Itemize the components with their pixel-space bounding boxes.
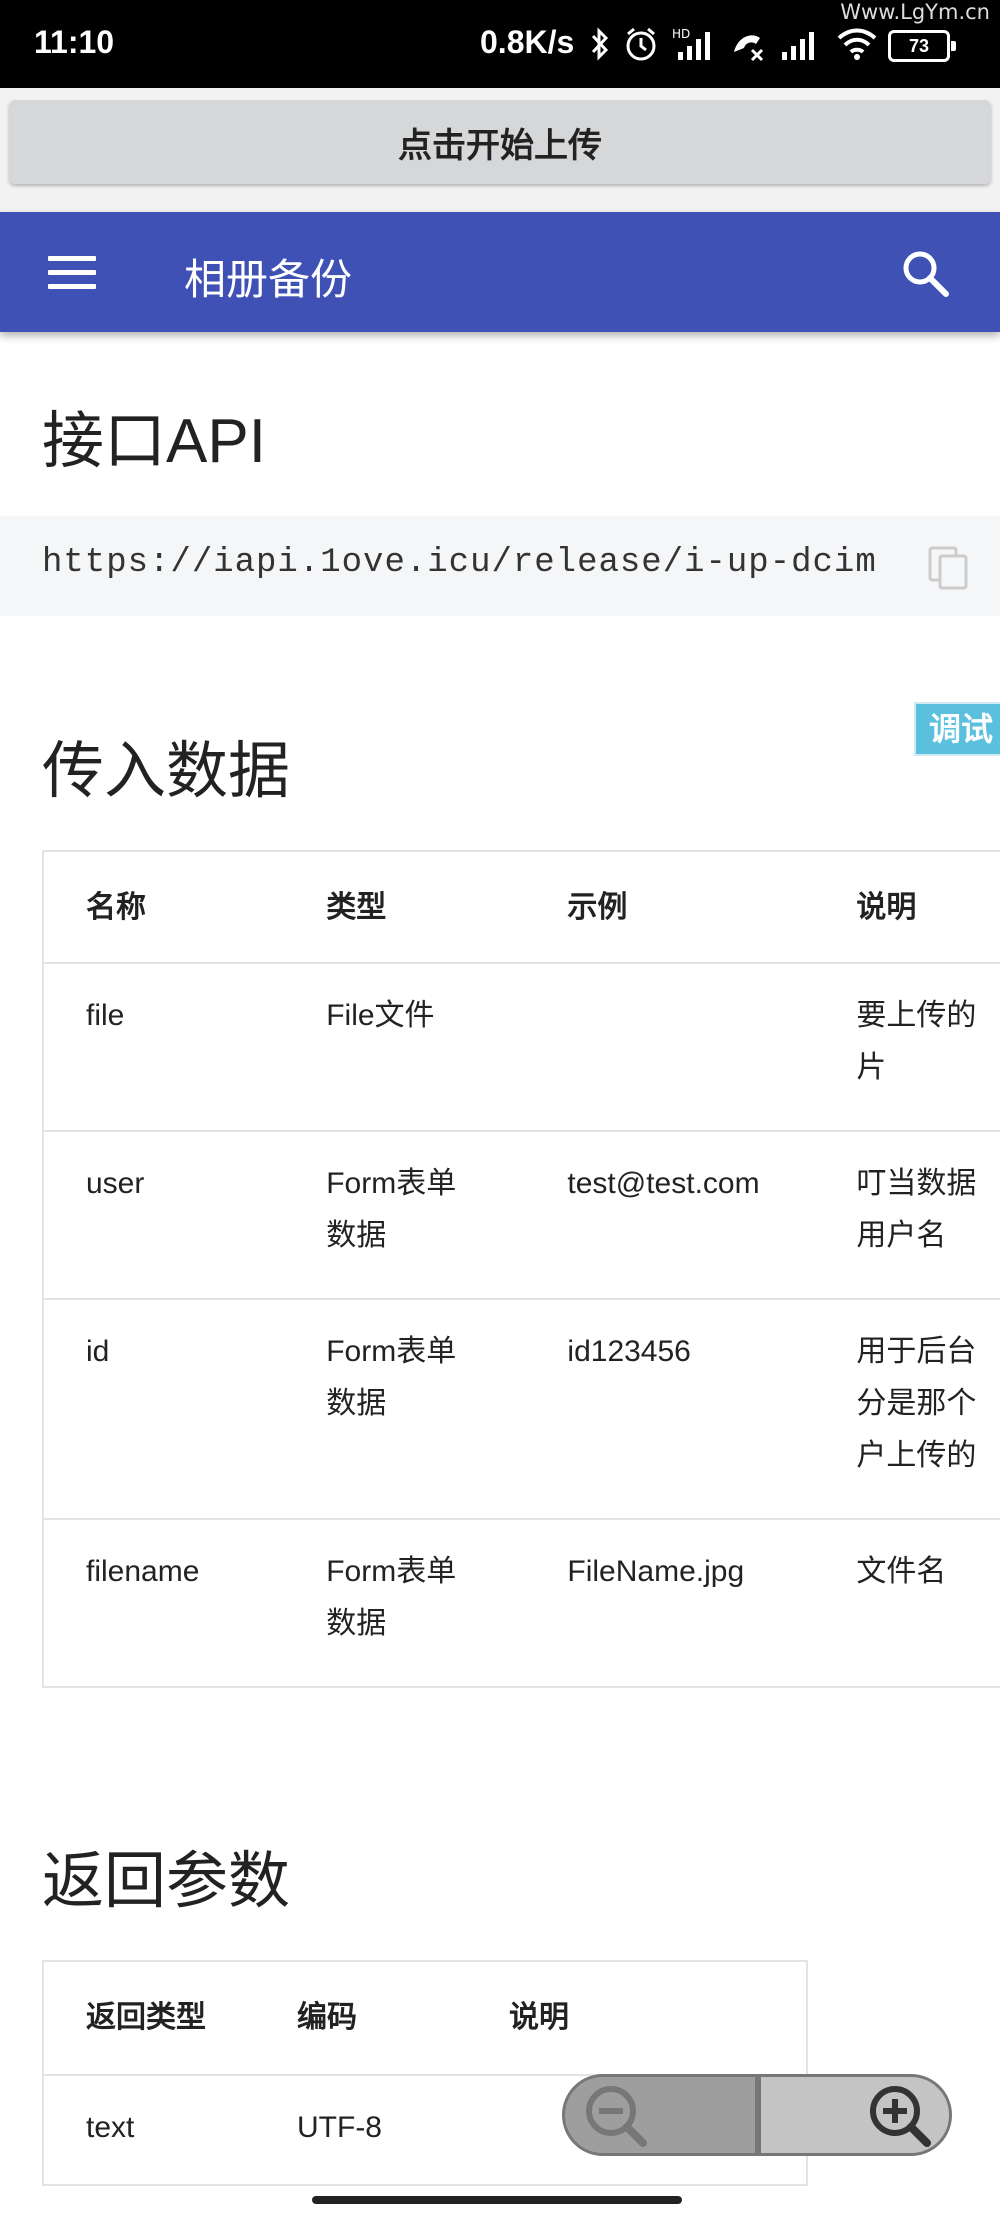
cell-name: id xyxy=(86,1335,110,1368)
cell-desc: 要上传的 片 xyxy=(856,999,977,1084)
call-blocked-icon xyxy=(734,35,764,62)
input-heading: 传入数据 xyxy=(42,737,291,806)
cell-type: Form表单 数据 xyxy=(326,1555,457,1640)
alarm-icon xyxy=(626,27,656,61)
cell-type: Form表单 数据 xyxy=(326,1167,457,1252)
cell-desc: 文件名 xyxy=(856,1555,947,1588)
cell-name: filename xyxy=(86,1555,200,1588)
bluetooth-icon xyxy=(591,27,609,61)
zoom-in-icon xyxy=(870,2086,931,2147)
menu-icon[interactable] xyxy=(48,256,96,290)
home-indicator[interactable] xyxy=(312,2196,682,2204)
cell-type: Form表单 数据 xyxy=(326,1335,457,1420)
cell-example: test@test.com xyxy=(567,1167,760,1200)
copy-icon[interactable] xyxy=(928,546,968,590)
upload-bar: 点击开始上传 xyxy=(0,88,1000,212)
cell-signal-icon xyxy=(782,32,814,60)
cell-desc: 叮当数据 用户名 xyxy=(856,1167,977,1252)
table-row: filename Form表单 数据 FileName.jpg 文件名 xyxy=(43,1519,1000,1687)
zoom-out-button[interactable] xyxy=(562,2074,758,2156)
debug-button[interactable]: 调试 xyxy=(914,702,1000,756)
col-header-type: 类型 xyxy=(326,891,387,924)
wifi-icon xyxy=(837,28,877,60)
col-header-return-type: 返回类型 xyxy=(86,2001,206,2034)
zoom-out-icon xyxy=(586,2086,647,2147)
table-header-row: 返回类型 编码 说明 xyxy=(43,1961,807,2075)
network-speed: 0.8K/s xyxy=(480,24,575,60)
battery-icon: 73 xyxy=(888,30,956,62)
table-row: file File文件 要上传的 片 xyxy=(43,963,1000,1131)
input-table: 名称 类型 示例 说明 file File文件 要上传的 片 user Form… xyxy=(42,850,1000,1688)
api-url-block: https://iapi.1ove.icu/release/i-up-dcim xyxy=(0,516,1000,616)
zoom-in-button[interactable] xyxy=(758,2074,952,2156)
status-bar: 11:10 0.8K/s HD 73 Www.LgYm.cn xyxy=(0,0,1000,88)
status-time: 11:10 xyxy=(34,24,115,60)
zoom-control xyxy=(562,2074,952,2156)
start-upload-button[interactable]: 点击开始上传 xyxy=(9,100,991,184)
cell-name: file xyxy=(86,999,125,1032)
col-header-example: 示例 xyxy=(567,891,628,924)
app-bar: 相册备份 xyxy=(0,212,1000,332)
col-header-desc: 说明 xyxy=(509,2001,569,2034)
cell-type: File文件 xyxy=(326,999,435,1032)
table-row: user Form表单 数据 test@test.com 叮当数据 用户名 xyxy=(43,1131,1000,1299)
col-header-desc: 说明 xyxy=(856,891,917,924)
cell-return-type: text xyxy=(86,2111,135,2144)
cell-example xyxy=(525,963,814,1131)
svg-text:HD: HD xyxy=(672,27,690,41)
watermark: Www.LgYm.cn xyxy=(840,0,990,24)
cell-encoding: UTF-8 xyxy=(297,2111,382,2144)
hd-signal-icon: HD xyxy=(672,27,710,60)
cell-name: user xyxy=(86,1167,145,1200)
return-heading: 返回参数 xyxy=(42,1847,291,1916)
table-header-row: 名称 类型 示例 说明 xyxy=(43,851,1000,963)
search-icon[interactable] xyxy=(900,248,952,300)
table-row: id Form表单 数据 id123456 用于后台 分是那个 户上传的 xyxy=(43,1299,1000,1519)
api-heading: 接口API xyxy=(42,407,266,476)
app-title: 相册备份 xyxy=(184,256,353,303)
col-header-name: 名称 xyxy=(86,891,146,924)
cell-example: id123456 xyxy=(567,1335,691,1368)
api-url: https://iapi.1ove.icu/release/i-up-dcim xyxy=(42,544,877,582)
cell-desc: 用于后台 分是那个 户上传的 xyxy=(856,1335,977,1472)
col-header-encoding: 编码 xyxy=(297,2001,357,2034)
cell-example: FileName.jpg xyxy=(567,1555,745,1588)
status-icons: HD xyxy=(590,22,878,66)
